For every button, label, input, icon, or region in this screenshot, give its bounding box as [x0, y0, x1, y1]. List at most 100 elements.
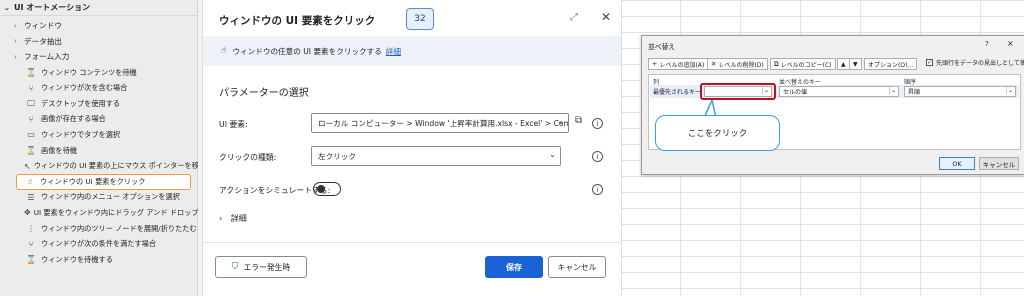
- delete-level-button[interactable]: ✕ レベルの削除(D): [707, 58, 768, 70]
- options-button[interactable]: オプション(O)...: [864, 58, 918, 70]
- ok-button[interactable]: OK: [939, 157, 975, 170]
- sidebar-item[interactable]: ⌛ ウィンドウ コンテンツを待機: [0, 65, 197, 81]
- move-up-button[interactable]: ▲: [837, 58, 850, 70]
- hourglass-icon: ⌛: [26, 68, 36, 78]
- details-link[interactable]: 詳細: [386, 46, 401, 57]
- sidebar-item-label: ウィンドウ内のツリー ノードを展開/折りたたむ: [41, 223, 197, 233]
- sidebar-item-label: ウィンドウでタブを選択: [41, 129, 121, 139]
- close-icon[interactable]: ✕: [601, 10, 611, 24]
- sortkey-select[interactable]: セルの値 ⌄: [779, 86, 899, 97]
- cancel-button[interactable]: キャンセル: [979, 157, 1019, 170]
- sidebar-category[interactable]: › データ抽出: [0, 34, 197, 50]
- toggle-knob: [317, 185, 325, 193]
- ui-element-value: ローカル コンピューター > Window '上昇率計算用.xlsx - Exc…: [318, 118, 569, 128]
- chevron-down-icon: ⌄: [4, 3, 10, 12]
- sidebar-item-list: › ウィンドウ › データ抽出 › フォーム入力 ⌛ ウィンドウ コンテンツを待機 ⑂ ウィンドウ…: [0, 16, 220, 268]
- sidebar-item[interactable]: ▭ ウィンドウでタブを選択: [0, 127, 197, 143]
- sidebar-item-label: ウィンドウ: [24, 21, 62, 31]
- help-button[interactable]: ?: [985, 40, 989, 48]
- branch-icon: ⑂: [28, 239, 34, 249]
- click-icon: ☝: [27, 177, 33, 187]
- chevron-down-icon: ⌄: [1006, 87, 1014, 94]
- menu-icon: ☰: [27, 192, 35, 202]
- sortkey-header: 並べ替えのキー: [779, 79, 822, 86]
- sidebar-item[interactable]: ⑂ 画像が存在する場合: [0, 112, 197, 128]
- chevron-down-icon: ⌄: [889, 87, 897, 94]
- sidebar-item-label: ウィンドウを待機する: [41, 254, 113, 264]
- sidebar-item-label: デスクトップを使用する: [41, 98, 121, 108]
- click-type-value: 左クリック: [318, 151, 356, 161]
- copy-icon: ⧉: [774, 59, 779, 68]
- info-icon[interactable]: i: [592, 118, 603, 129]
- branch-icon: ⑂: [28, 83, 34, 93]
- add-level-label: レベルの追加(A): [659, 61, 705, 69]
- layers-icon[interactable]: ⧉: [575, 115, 582, 126]
- cancel-button[interactable]: キャンセル: [548, 256, 606, 278]
- sidebar-item-label: UI 要素をウィンドウ内にドラッグ アンド ドロップ: [33, 207, 199, 217]
- sidebar-category[interactable]: › フォーム入力: [0, 49, 197, 65]
- arrow-down-icon: ▼: [853, 60, 858, 68]
- sidebar-item[interactable]: ⌛ ウィンドウを待機する: [0, 252, 197, 268]
- section-title: パラメーターの選択: [219, 88, 309, 99]
- close-icon[interactable]: ×: [1007, 39, 1014, 48]
- drag-icon: ✥: [24, 208, 31, 218]
- sortkey-value: セルの値: [783, 89, 808, 96]
- sidebar-group-label: UI オートメーション: [14, 3, 91, 12]
- sidebar-item[interactable]: ☰ ウィンドウ内のメニュー オプションを選択: [0, 190, 197, 206]
- expand-icon[interactable]: ⤢: [570, 12, 578, 23]
- sidebar-item[interactable]: ✥ UI 要素をウィンドウ内にドラッグ アンド ドロップ: [0, 205, 199, 221]
- header-row-checkbox[interactable]: ✓ 先頭行をデータの見出しとして使用する(H): [926, 58, 1024, 67]
- arrow-up-icon: ▲: [841, 60, 846, 68]
- hourglass-icon: ⌛: [26, 146, 36, 156]
- sidebar-item-label: ウィンドウの UI 要素の上にマウス ポインターを移動する: [33, 161, 221, 171]
- order-value: 昇順: [908, 89, 921, 96]
- sidebar-item[interactable]: 🖵 デスクトップを使用する: [0, 96, 197, 112]
- sidebar-item[interactable]: ⑂ ウィンドウが次の条件を満たす場合: [0, 236, 197, 252]
- sidebar-item-label: ウィンドウが次の条件を満たす場合: [41, 239, 157, 249]
- save-button[interactable]: 保存: [485, 256, 543, 278]
- sidebar-item-label: 画像が存在する場合: [41, 114, 106, 124]
- sort-dialog: 並べ替え ? × + レベルの追加(A) ✕ レベルの削除(D) ⧉ レベルのコピー(…: [641, 35, 1024, 175]
- move-down-button[interactable]: ▼: [849, 58, 862, 70]
- tree-icon: ⋮: [27, 224, 35, 234]
- close-icon: ✕: [711, 60, 717, 68]
- click-type-select[interactable]: 左クリック ⌄: [311, 146, 561, 166]
- sidebar-item[interactable]: ☝ ウィンドウの UI 要素をクリック: [16, 173, 191, 190]
- branch-icon: ⑂: [28, 114, 34, 124]
- info-icon[interactable]: i: [592, 151, 603, 162]
- sidebar-category[interactable]: › ウィンドウ: [0, 18, 197, 34]
- add-level-button[interactable]: + レベルの追加(A): [648, 58, 709, 70]
- click-type-label: クリックの種類:: [219, 153, 277, 162]
- chevron-right-icon: ›: [219, 214, 223, 223]
- details-expander[interactable]: › 詳細: [219, 213, 247, 224]
- on-error-label: エラー発生時: [243, 262, 291, 272]
- footer-divider: [203, 242, 621, 243]
- sidebar-item-label: 画像を待機: [41, 145, 77, 155]
- info-text: ウィンドウの任意の UI 要素をクリックする: [232, 46, 382, 56]
- row-label: 最優先されるキー: [653, 89, 702, 96]
- order-select[interactable]: 昇順 ⌄: [904, 86, 1016, 97]
- sidebar-item-label: ウィンドウ内のメニュー オプションを選択: [41, 192, 180, 202]
- sidebar-group-ui-automation[interactable]: ⌄ UI オートメーション: [0, 0, 197, 16]
- shield-icon: ⛉: [231, 262, 239, 272]
- info-bar: ☝ ウィンドウの任意の UI 要素をクリックする 詳細: [203, 36, 621, 66]
- sidebar-item[interactable]: ⑂ ウィンドウが次を含む場合: [0, 80, 197, 96]
- column-header: 列: [653, 79, 660, 86]
- chevron-right-icon: ›: [14, 21, 17, 30]
- simulate-toggle[interactable]: [313, 182, 341, 196]
- on-error-button[interactable]: ⛉ エラー発生時: [215, 256, 307, 278]
- check-icon: ✓: [926, 59, 933, 66]
- step-badge: 32: [406, 8, 434, 30]
- actions-sidebar: ⌄ UI オートメーション › ウィンドウ › データ抽出 › フォーム入力 ⌛ ウィンドウ …: [0, 0, 220, 296]
- copy-level-button[interactable]: ⧉ レベルのコピー(C): [770, 58, 836, 70]
- copy-level-label: レベルのコピー(C): [780, 61, 832, 69]
- ui-element-select[interactable]: ローカル コンピューター > Window '上昇率計算用.xlsx - Exc…: [311, 113, 569, 133]
- info-icon[interactable]: i: [592, 184, 603, 195]
- sidebar-item-label: ウィンドウが次を含む場合: [41, 83, 128, 93]
- order-header: 順序: [904, 79, 917, 86]
- sidebar-item[interactable]: ⌛ 画像を待機: [0, 143, 197, 159]
- header-row-label: 先頭行をデータの見出しとして使用する(H): [936, 60, 1024, 67]
- sidebar-item[interactable]: ⋮ ウィンドウ内のツリー ノードを展開/折りたたむ: [0, 221, 197, 237]
- pointer-icon: ↖: [24, 161, 31, 171]
- sidebar-item[interactable]: ↖ ウィンドウの UI 要素の上にマウス ポインターを移動する: [0, 158, 220, 174]
